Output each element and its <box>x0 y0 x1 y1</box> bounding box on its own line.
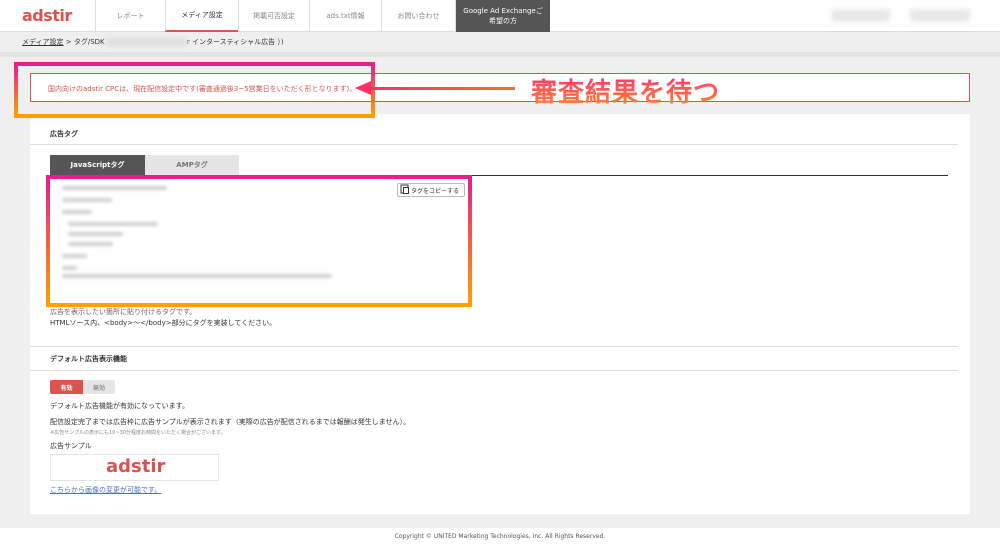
change-image-link[interactable]: こちらから画像の変更が可能です。 <box>50 485 161 495</box>
highlight-box-tag <box>46 175 472 307</box>
nav-media-settings[interactable]: メディア設定 <box>165 0 238 32</box>
tab-amp[interactable]: AMPタグ <box>145 155 239 175</box>
breadcrumb-media-link[interactable]: メディア設定 <box>22 38 64 46</box>
breadcrumb-redacted <box>106 38 187 46</box>
nav-ads-txt[interactable]: ads.txt情報 <box>309 0 381 32</box>
breadcrumb-suffix: r インタースティシャル広告 ）) <box>186 38 284 46</box>
user-account[interactable] <box>832 9 890 22</box>
nav-google-adx[interactable]: Google Ad Exchangeご希望の方 <box>455 0 550 32</box>
highlight-box-alert <box>14 62 375 118</box>
default-ad-title: デフォルト広告表示機能 <box>50 355 127 363</box>
annotation-arrow-line <box>369 87 515 90</box>
tag-instruction-1: 広告を表示したい箇所に貼り付けるタグです。 <box>50 308 197 316</box>
copyright-text: Copyright © UNITED Marketing Technologie… <box>394 533 606 540</box>
divider <box>30 144 958 145</box>
default-ad-note: ※広告サンプルの表示にも10~30分程度お時間をいただく場合がございます。 <box>50 430 226 436</box>
breadcrumb-middle: > タグ/SDK <box>63 38 107 46</box>
annotation-arrow-icon <box>355 81 371 95</box>
nav-publish-settings[interactable]: 掲載可否設定 <box>238 0 309 32</box>
main-nav: レポート メディア設定 掲載可否設定 ads.txt情報 お問い合わせ Goog… <box>95 0 550 32</box>
footer: Copyright © UNITED Marketing Technologie… <box>0 528 1000 545</box>
divider <box>30 370 958 371</box>
annotation-label: 審査結果を待つ <box>531 72 720 109</box>
adstir-logo[interactable]: adstir <box>22 6 72 25</box>
nav-report[interactable]: レポート <box>95 0 165 32</box>
tab-javascript[interactable]: JavaScriptタグ <box>50 155 145 175</box>
toggle-disabled[interactable]: 無効 <box>83 380 115 394</box>
sample-adstir-logo: adstir <box>106 456 166 477</box>
nav-contact[interactable]: お問い合わせ <box>381 0 455 32</box>
default-ad-status: デフォルト広告機能が有効になっています。 <box>50 402 189 410</box>
user-menu[interactable] <box>910 9 970 22</box>
top-bar: adstir レポート メディア設定 掲載可否設定 ads.txt情報 お問い合… <box>0 0 1000 32</box>
toggle-enabled[interactable]: 有効 <box>50 380 83 394</box>
breadcrumb: メディア設定 > タグ/SDK r インタースティシャル広告 ）) <box>22 37 284 47</box>
sample-label: 広告サンプル <box>50 442 92 450</box>
header-divider <box>0 52 1000 57</box>
default-ad-description: 配信設定完了までは広告枠に広告サンプルが表示されます（実際の広告が配信されるまで… <box>50 418 411 426</box>
divider <box>30 346 958 347</box>
tag-instruction-2: HTMLソース内、<body>〜</body>部分にタグを実装してください。 <box>50 319 277 327</box>
ad-tag-title: 広告タグ <box>50 130 78 138</box>
